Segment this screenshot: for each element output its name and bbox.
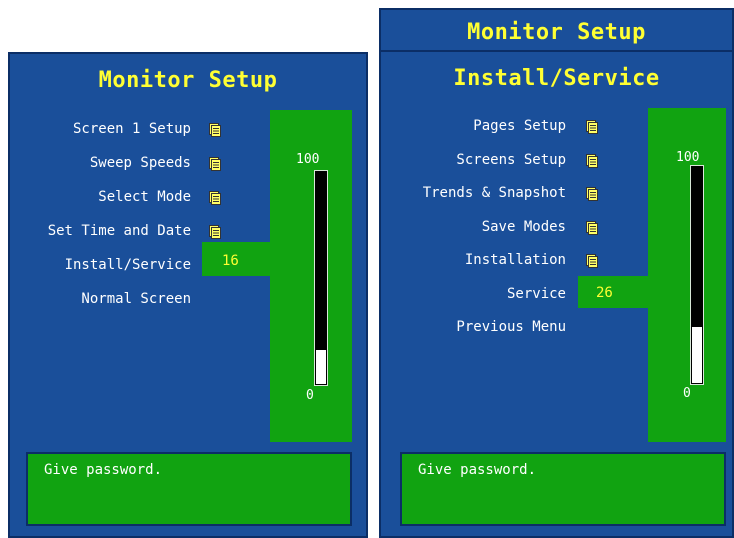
menu-item-save-modes[interactable]: Save Modes (482, 218, 566, 236)
right-entry-value[interactable]: 26 (596, 285, 613, 301)
right-page-title: Monitor Setup (467, 20, 646, 45)
document-icon (209, 156, 221, 171)
menu-item-screens-setup[interactable]: Screens Setup (456, 151, 566, 169)
right-level-slider-fill (692, 327, 702, 383)
left-page-title: Monitor Setup (98, 68, 278, 93)
right-title-divider (381, 50, 732, 52)
document-icon (586, 153, 598, 168)
menu-item-sweep-speeds[interactable]: Sweep Speeds (90, 154, 191, 172)
left-status-message: Give password. (44, 462, 163, 478)
right-scale-min-label: 0 (683, 386, 691, 401)
right-selected-item-highlight[interactable] (578, 276, 650, 308)
right-scale-max-label: 100 (676, 150, 700, 165)
left-entry-value[interactable]: 16 (222, 253, 239, 269)
document-icon (586, 119, 598, 134)
right-page-subtitle: Install/Service (453, 66, 660, 91)
menu-item-trends-snapshot[interactable]: Trends & Snapshot (423, 184, 566, 202)
document-icon (209, 122, 221, 137)
left-scale-max-label: 100 (296, 152, 320, 167)
right-status-message: Give password. (418, 462, 537, 478)
menu-item-select-mode[interactable]: Select Mode (98, 188, 191, 206)
document-icon (209, 224, 221, 239)
menu-item-previous-menu[interactable]: Previous Menu (456, 318, 566, 336)
menu-item-install-service[interactable]: Install/Service (65, 256, 191, 274)
menu-item-screen-1-setup[interactable]: Screen 1 Setup (73, 120, 191, 138)
document-icon (586, 253, 598, 268)
menu-item-set-time-and-date[interactable]: Set Time and Date (48, 222, 191, 240)
document-icon (586, 220, 598, 235)
document-icon (586, 186, 598, 201)
menu-item-pages-setup[interactable]: Pages Setup (473, 117, 566, 135)
menu-item-service[interactable]: Service (507, 285, 566, 303)
menu-item-normal-screen[interactable]: Normal Screen (81, 290, 191, 308)
menu-item-installation[interactable]: Installation (465, 251, 566, 269)
document-icon (209, 190, 221, 205)
left-level-slider-fill (316, 350, 326, 384)
left-scale-min-label: 0 (306, 388, 314, 403)
